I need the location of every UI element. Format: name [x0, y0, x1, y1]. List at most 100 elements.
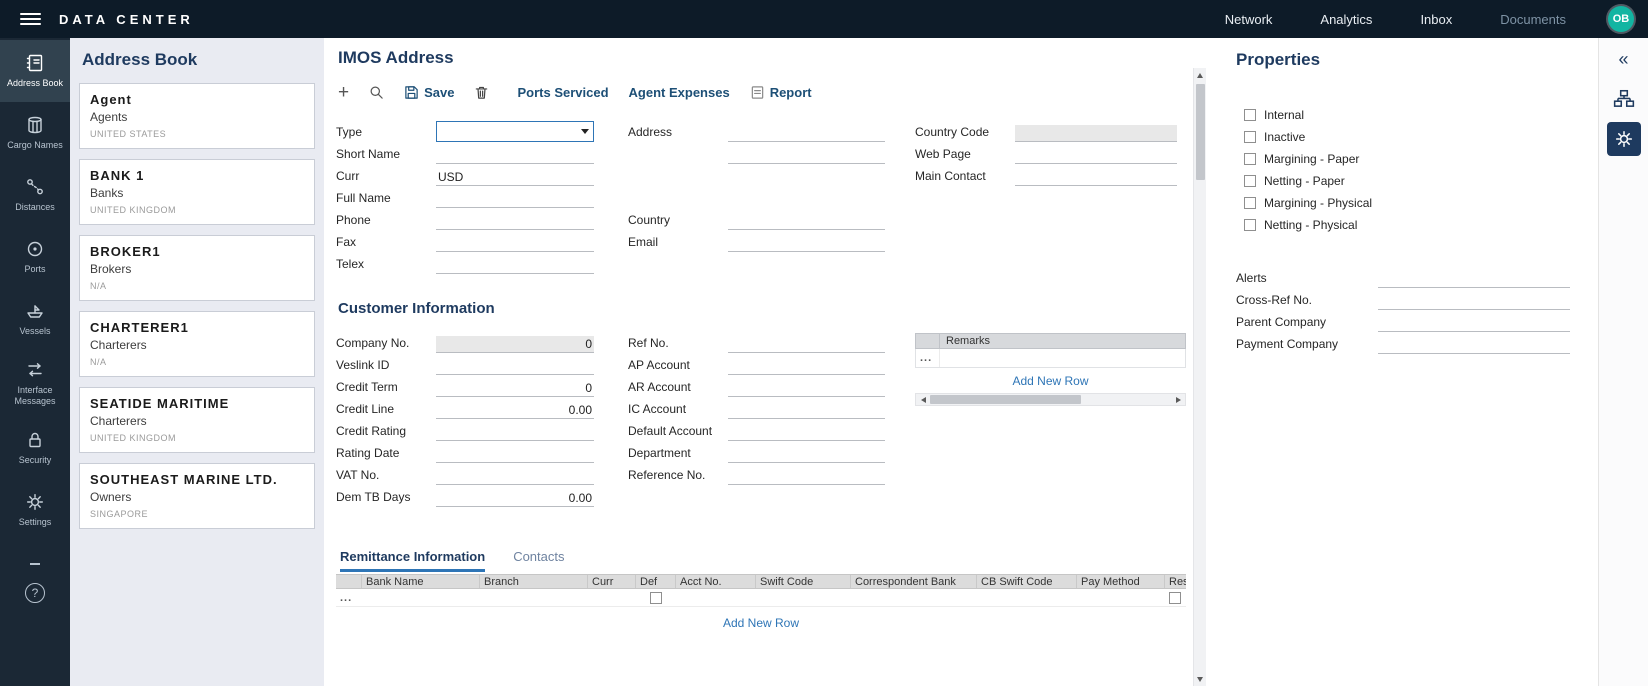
margining-physical-checkbox[interactable] [1244, 197, 1256, 209]
credit-term-input[interactable] [436, 380, 594, 397]
telex-input[interactable] [436, 257, 594, 274]
email-input[interactable] [728, 235, 885, 252]
sidebar-item-cargo-names[interactable]: Cargo Names [0, 102, 70, 164]
address-line2-input[interactable] [728, 147, 885, 164]
payment-company-input[interactable] [1378, 337, 1570, 354]
dem-tb-days-input[interactable] [436, 490, 594, 507]
checkbox-netting-physical[interactable]: Netting - Physical [1244, 214, 1570, 236]
scroll-left-icon[interactable] [916, 394, 930, 405]
remarks-add-new-row-link[interactable]: Add New Row [915, 368, 1186, 393]
sidebar-item-security[interactable]: Security [0, 417, 70, 479]
ports-serviced-button[interactable]: Ports Serviced [517, 85, 608, 100]
checkbox-netting-paper[interactable]: Netting - Paper [1244, 170, 1570, 192]
row-handle-icon[interactable]: ... [916, 349, 940, 367]
search-icon[interactable] [369, 85, 384, 100]
right-rail: « [1598, 38, 1648, 686]
checkbox-inactive[interactable]: Inactive [1244, 126, 1570, 148]
address-card[interactable]: Agent Agents UNITED STATES [79, 83, 315, 149]
sidebar-item-address-book[interactable]: Address Book [0, 40, 70, 102]
scrollbar-thumb[interactable] [930, 395, 1081, 404]
main-contact-input[interactable] [1015, 169, 1177, 186]
main-vertical-scrollbar[interactable] [1193, 68, 1206, 686]
sidebar-item-ports[interactable]: Ports [0, 226, 70, 288]
company-no-input[interactable] [436, 336, 594, 353]
type-select[interactable] [436, 121, 594, 142]
def-checkbox[interactable] [650, 592, 662, 604]
collapse-panel-icon[interactable]: « [1614, 46, 1632, 72]
field-label: Credit Line [336, 402, 436, 419]
checkbox-margining-paper[interactable]: Margining - Paper [1244, 148, 1570, 170]
res-pb-checkbox[interactable] [1169, 592, 1181, 604]
ap-account-input[interactable] [728, 358, 885, 375]
nav-network[interactable]: Network [1225, 12, 1273, 27]
checkbox-margining-physical[interactable]: Margining - Physical [1244, 192, 1570, 214]
vat-no-input[interactable] [436, 468, 594, 485]
cross-ref-no-input[interactable] [1378, 293, 1570, 310]
address-card[interactable]: SOUTHEAST MARINE LTD. Owners SINGAPORE [79, 463, 315, 529]
internal-checkbox[interactable] [1244, 109, 1256, 121]
scroll-up-icon[interactable] [1194, 68, 1206, 82]
address-card[interactable]: SEATIDE MARITIME Charterers UNITED KINGD… [79, 387, 315, 453]
row-handle-icon[interactable]: ... [336, 589, 362, 606]
phone-input[interactable] [436, 213, 594, 230]
menu-icon[interactable] [20, 13, 41, 25]
country-code-input[interactable] [1015, 125, 1177, 142]
remarks-row[interactable]: ... [915, 349, 1186, 368]
remarks-horizontal-scrollbar[interactable] [915, 393, 1186, 406]
save-button[interactable]: Save [404, 85, 454, 100]
parent-company-input[interactable] [1378, 315, 1570, 332]
reference-no-input[interactable] [728, 468, 885, 485]
help-icon[interactable]: ? [25, 583, 45, 603]
scroll-right-icon[interactable] [1171, 394, 1185, 405]
address-input[interactable] [728, 125, 885, 142]
user-avatar[interactable]: OB [1608, 6, 1634, 32]
sidebar-item-vessels[interactable]: Vessels [0, 288, 70, 350]
full-name-input[interactable] [436, 191, 594, 208]
checkbox-label: Internal [1264, 108, 1304, 122]
address-card[interactable]: BANK 1 Banks UNITED KINGDOM [79, 159, 315, 225]
sidebar-item-distances[interactable]: Distances [0, 164, 70, 226]
address-card[interactable]: CHARTERER1 Charterers N/A [79, 311, 315, 377]
netting-physical-checkbox[interactable] [1244, 219, 1256, 231]
credit-line-input[interactable] [436, 402, 594, 419]
card-type: Charterers [90, 338, 304, 352]
report-button[interactable]: Report [750, 85, 812, 100]
remittance-row[interactable]: ... [336, 589, 1186, 607]
tab-remittance-information[interactable]: Remittance Information [340, 549, 485, 572]
save-label: Save [424, 85, 454, 100]
remittance-add-new-row-link[interactable]: Add New Row [336, 616, 1186, 630]
agent-expenses-button[interactable]: Agent Expenses [629, 85, 730, 100]
department-input[interactable] [728, 446, 885, 463]
inactive-checkbox[interactable] [1244, 131, 1256, 143]
properties-gear-button[interactable] [1607, 122, 1641, 156]
ar-account-input[interactable] [728, 380, 885, 397]
scrollbar-thumb[interactable] [1196, 84, 1205, 180]
address-card[interactable]: BROKER1 Brokers N/A [79, 235, 315, 301]
tab-contacts[interactable]: Contacts [513, 549, 564, 572]
hierarchy-icon[interactable] [1613, 88, 1635, 110]
curr-input[interactable] [436, 169, 594, 186]
default-account-input[interactable] [728, 424, 885, 441]
web-page-input[interactable] [1015, 147, 1177, 164]
margining-paper-checkbox[interactable] [1244, 153, 1256, 165]
nav-documents[interactable]: Documents [1500, 12, 1566, 27]
nav-inbox[interactable]: Inbox [1420, 12, 1452, 27]
rating-date-input[interactable] [436, 446, 594, 463]
add-icon[interactable]: + [338, 83, 349, 102]
checkbox-internal[interactable]: Internal [1244, 104, 1570, 126]
ic-account-input[interactable] [728, 402, 885, 419]
sidebar-item-interface-messages[interactable]: Interface Messages [0, 350, 70, 417]
ref-no-input[interactable] [728, 336, 885, 353]
scroll-down-icon[interactable] [1194, 672, 1206, 686]
fax-input[interactable] [436, 235, 594, 252]
netting-paper-checkbox[interactable] [1244, 175, 1256, 187]
credit-rating-input[interactable] [436, 424, 594, 441]
veslink-id-input[interactable] [436, 358, 594, 375]
delete-icon[interactable] [474, 85, 489, 100]
column-header: Pay Method [1077, 575, 1165, 588]
alerts-input[interactable] [1378, 271, 1570, 288]
country-input[interactable] [728, 213, 885, 230]
sidebar-item-settings[interactable]: Settings [0, 479, 70, 541]
short-name-input[interactable] [436, 147, 594, 164]
nav-analytics[interactable]: Analytics [1320, 12, 1372, 27]
